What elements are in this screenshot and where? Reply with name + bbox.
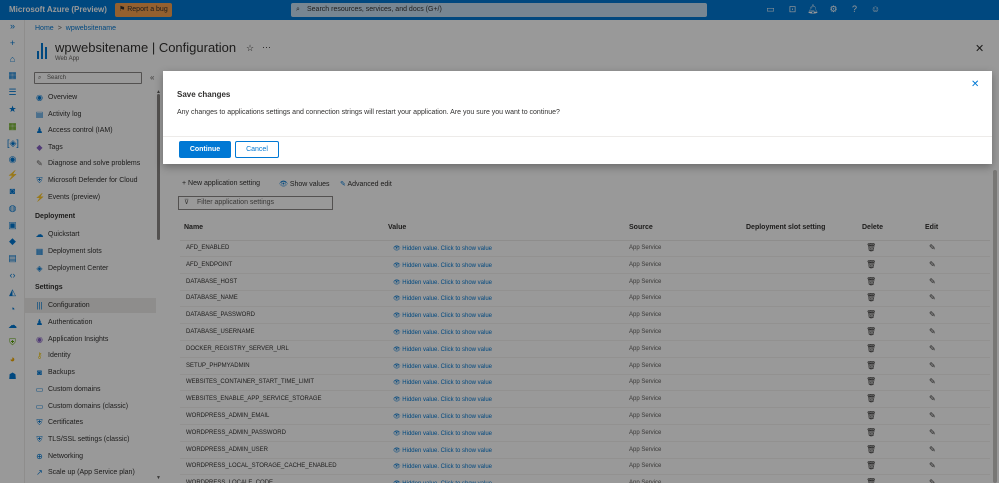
dialog-message: Any changes to applications settings and… [177,109,560,116]
dialog-divider [163,136,992,137]
dialog-close-icon[interactable]: ✕ [971,79,979,90]
continue-button[interactable]: Continue [179,141,231,158]
save-changes-dialog: Save changes Any changes to applications… [163,71,992,164]
cancel-button[interactable]: Cancel [235,141,279,158]
dialog-title: Save changes [177,90,231,99]
